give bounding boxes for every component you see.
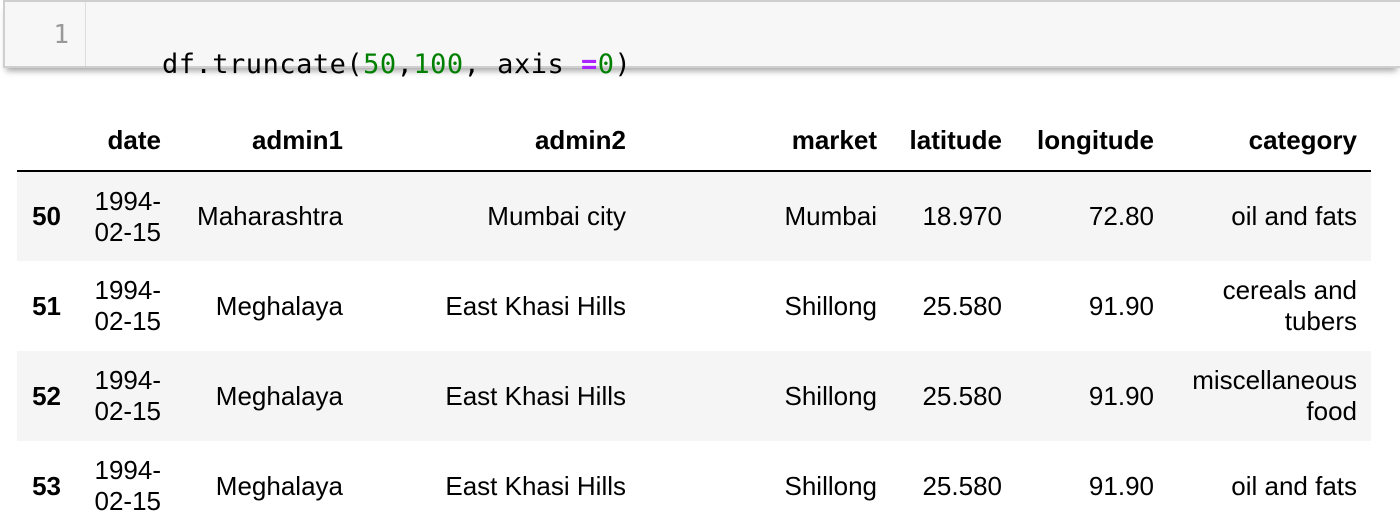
column-header-date: date xyxy=(75,110,175,172)
cell-longitude: 91.90 xyxy=(1088,380,1154,411)
cell-market: Shillong xyxy=(784,380,877,411)
table-row: 52 1994-02-15 Meghalaya East Khasi Hills… xyxy=(17,351,1371,441)
column-header-admin2: admin2 xyxy=(357,110,640,172)
cell-admin2: East Khasi Hills xyxy=(445,380,626,411)
code-token: 0 xyxy=(597,49,615,80)
cell-date: 1994-02-15 xyxy=(94,365,162,426)
table-row: 53 1994-02-15 Meghalaya East Khasi Hills… xyxy=(17,441,1371,519)
cell-longitude: 91.90 xyxy=(1088,290,1154,321)
table-row: 50 1994-02-15 Maharashtra Mumbai city Mu… xyxy=(17,171,1371,261)
code-token: , xyxy=(396,49,414,80)
cell-category: cereals and tubers xyxy=(1222,275,1357,336)
row-index: 51 xyxy=(32,290,61,321)
code-token: = xyxy=(580,49,598,80)
cell-latitude: 25.580 xyxy=(922,290,1002,321)
cell-market: Shillong xyxy=(784,290,877,321)
dataframe-output-table: date admin1 admin2 market latitude longi… xyxy=(17,110,1371,519)
index-header xyxy=(17,110,75,172)
cell-admin2: Mumbai city xyxy=(487,201,626,231)
cell-latitude: 25.580 xyxy=(922,380,1002,411)
line-number-gutter: 1 xyxy=(5,2,86,66)
cell-date: 1994-02-15 xyxy=(94,455,162,516)
code-token: 50 xyxy=(363,49,397,80)
column-header-category: category xyxy=(1168,110,1371,172)
row-index: 50 xyxy=(32,201,61,231)
table-header-row: date admin1 admin2 market latitude longi… xyxy=(17,110,1371,172)
cell-latitude: 18.970 xyxy=(922,201,1002,231)
cell-admin2: East Khasi Hills xyxy=(445,470,626,501)
table-row: 51 1994-02-15 Meghalaya East Khasi Hills… xyxy=(17,261,1371,351)
cell-admin1: Meghalaya xyxy=(215,470,343,501)
cell-category: miscellaneous food xyxy=(1192,365,1357,426)
cell-market: Mumbai xyxy=(784,201,877,231)
cell-admin1: Maharashtra xyxy=(197,201,343,231)
code-token: , axis xyxy=(463,49,581,80)
column-header-longitude: longitude xyxy=(1016,110,1168,172)
code-token: df.truncate( xyxy=(162,49,364,80)
code-line[interactable]: df.truncate(50,100, axis =0) xyxy=(95,18,631,111)
cell-date: 1994-02-15 xyxy=(94,185,162,247)
row-index: 53 xyxy=(32,470,61,501)
code-token: ) xyxy=(614,49,632,80)
code-token: 100 xyxy=(413,49,464,80)
cell-longitude: 91.90 xyxy=(1088,470,1154,501)
column-header-market: market xyxy=(640,110,891,172)
column-header-latitude: latitude xyxy=(891,110,1016,172)
cell-latitude: 25.580 xyxy=(922,470,1002,501)
cell-date: 1994-02-15 xyxy=(94,275,162,336)
cell-category: oil and fats xyxy=(1231,201,1357,231)
cell-admin1: Meghalaya xyxy=(215,290,343,321)
line-number: 1 xyxy=(53,20,69,50)
row-index: 52 xyxy=(32,380,61,411)
cell-admin1: Meghalaya xyxy=(215,380,343,411)
column-header-admin1: admin1 xyxy=(175,110,357,172)
cell-market: Shillong xyxy=(784,470,877,501)
cell-admin2: East Khasi Hills xyxy=(445,290,626,321)
code-cell-input[interactable]: 1 df.truncate(50,100, axis =0) xyxy=(3,0,1400,80)
cell-longitude: 72.80 xyxy=(1088,201,1154,231)
cell-category: oil and fats xyxy=(1231,470,1357,501)
